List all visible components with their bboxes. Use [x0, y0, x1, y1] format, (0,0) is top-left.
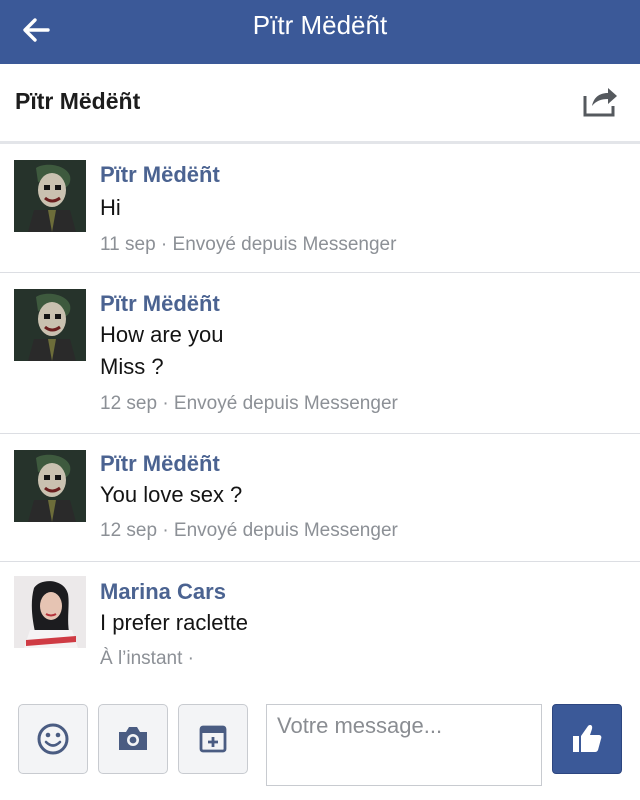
message-meta: À l’instant ·: [100, 648, 194, 669]
page-title: Pïtr Mëdëñt: [252, 10, 388, 40]
avatar[interactable]: [14, 450, 86, 522]
message-meta: 12 sep · Envoyé depuis Messenger: [100, 520, 398, 541]
smiley-icon: [37, 723, 69, 755]
share-icon: [583, 88, 617, 117]
share-button[interactable]: [582, 84, 620, 118]
conversation-header: Pïtr Mëdëñt: [0, 64, 640, 144]
message-meta: 12 sep · Envoyé depuis Messenger: [100, 393, 398, 414]
message-text: Hi: [100, 195, 121, 220]
message-item: Pïtr Mëdëñt You love sex ? 12 sep · Envo…: [0, 434, 640, 562]
avatar[interactable]: [14, 289, 86, 361]
avatar[interactable]: [14, 576, 86, 648]
top-bar: Pïtr Mëdëñt: [0, 0, 640, 64]
emoji-button[interactable]: [18, 704, 88, 774]
message-text: How are you: [100, 322, 224, 347]
message-meta: 11 sep · Envoyé depuis Messenger: [100, 234, 397, 255]
thumbs-up-icon: [573, 725, 602, 752]
message-sender[interactable]: Marina Cars: [100, 579, 226, 605]
sticker-icon: [199, 725, 227, 753]
conversation-name: Pïtr Mëdëñt: [15, 88, 141, 114]
avatar[interactable]: [14, 160, 86, 232]
message-text: Miss ?: [100, 354, 164, 379]
message-item: Marina Cars I prefer raclette À l’instan…: [0, 562, 640, 690]
message-composer: [0, 690, 640, 800]
like-button[interactable]: [552, 704, 622, 774]
message-text: I prefer raclette: [100, 610, 248, 635]
sticker-button[interactable]: [178, 704, 248, 774]
message-sender[interactable]: Pïtr Mëdëñt: [100, 291, 220, 317]
message-item: Pïtr Mëdëñt Hi 11 sep · Envoyé depuis Me…: [0, 144, 640, 273]
message-sender[interactable]: Pïtr Mëdëñt: [100, 451, 220, 477]
message-text: You love sex ?: [100, 482, 243, 507]
message-input[interactable]: [266, 704, 542, 786]
message-sender[interactable]: Pïtr Mëdëñt: [100, 162, 220, 188]
camera-button[interactable]: [98, 704, 168, 774]
camera-icon: [119, 727, 147, 750]
message-item: Pïtr Mëdëñt How are you Miss ? 12 sep · …: [0, 273, 640, 434]
